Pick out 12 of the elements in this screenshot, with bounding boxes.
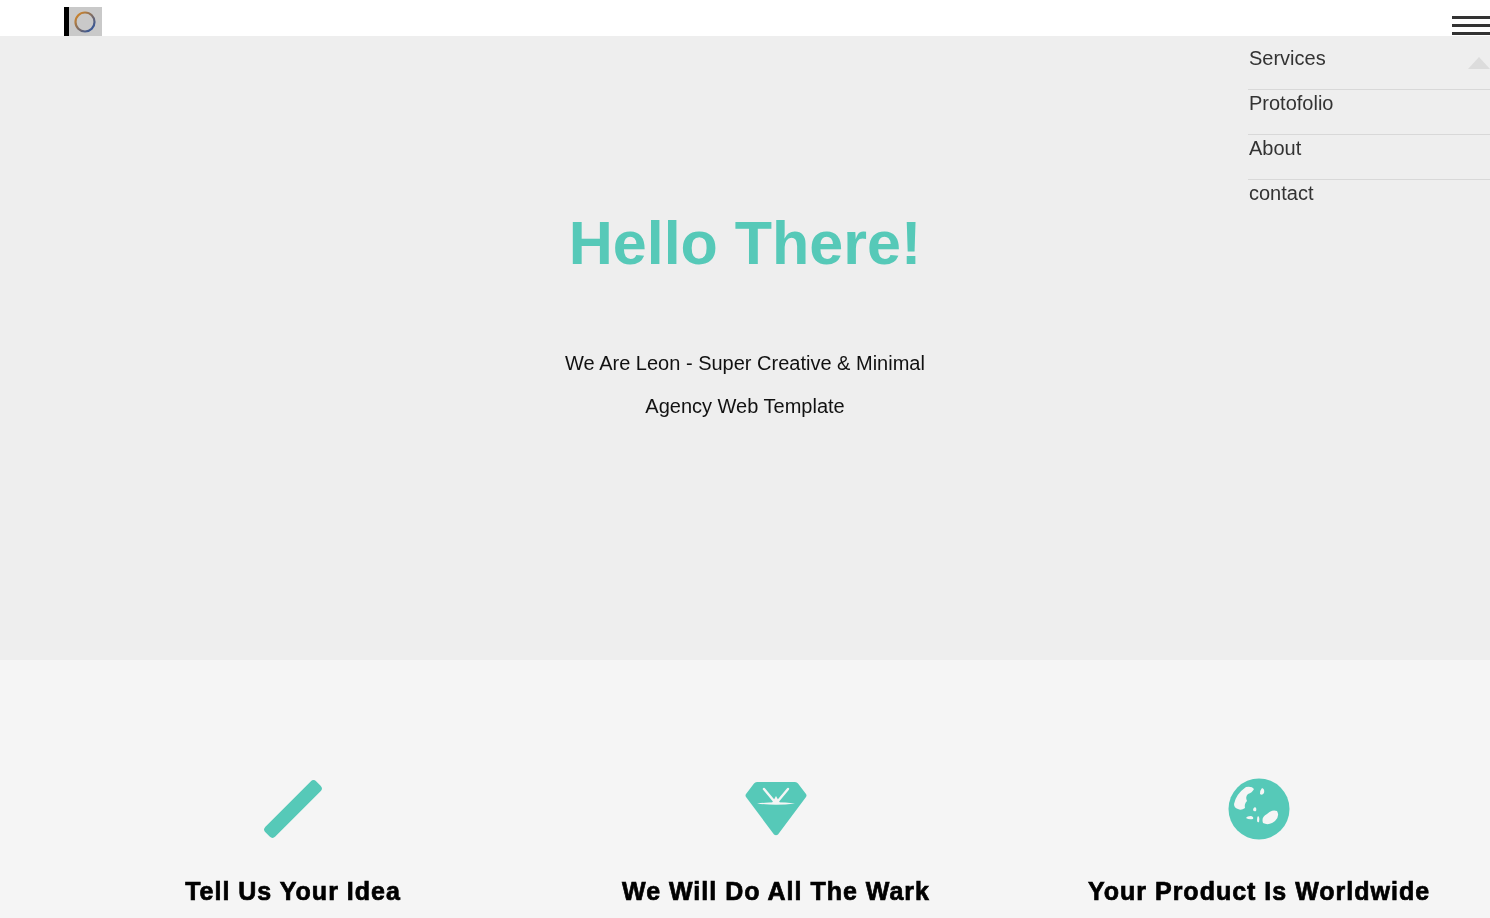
menu-link[interactable]: Services	[1249, 46, 1326, 70]
menu-link[interactable]: Protofolio	[1249, 91, 1334, 115]
logo-icon[interactable]	[64, 7, 102, 36]
globe-icon	[1228, 778, 1290, 840]
feature-title: Your Product Is Worldwide	[1087, 876, 1431, 906]
menu-link[interactable]: contact	[1249, 181, 1314, 205]
feature-title: Tell Us Your Idea	[185, 876, 401, 906]
menu-icon[interactable]	[1452, 16, 1490, 35]
menu-link[interactable]: About	[1249, 136, 1302, 160]
hero-subtitle: We Are Leon - Super Creative & Minimal Agency Web Template	[564, 351, 926, 419]
feature-title: We Will Do All The Wark	[622, 876, 930, 906]
hero-title: Hello There!	[568, 208, 922, 278]
